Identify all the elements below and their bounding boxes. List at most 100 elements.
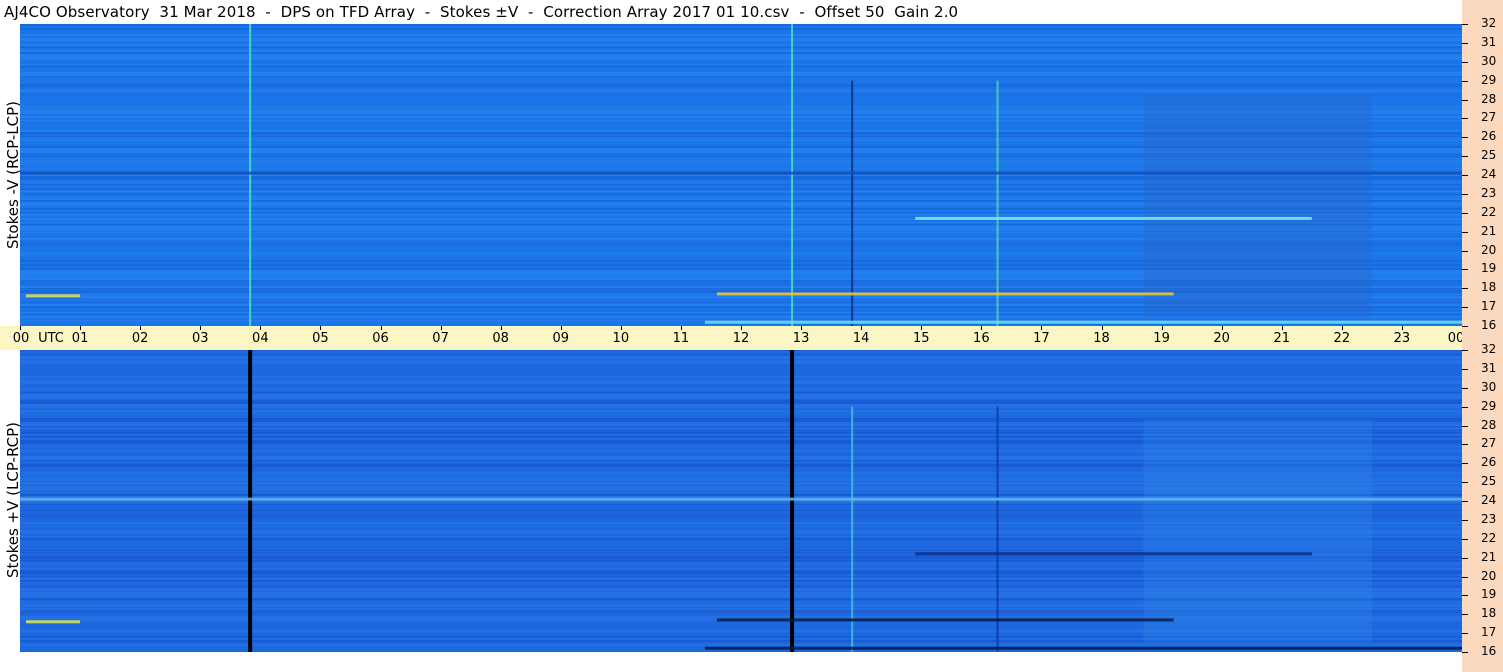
time-tick-mark [1101,326,1103,330]
freq-tick-label: 20 [1481,242,1497,257]
freq-tick-mark [1462,193,1468,195]
time-tick-label: 21 [1273,331,1291,346]
vertical-line-1 [790,350,795,652]
freq-tick-label: 32 [1481,342,1497,356]
freq-tick-label: 30 [1481,53,1497,68]
time-tick-mark [921,326,923,330]
freq-tick-mark [1462,326,1468,327]
freq-tick-label: 25 [1481,474,1497,489]
time-tick-mark [1041,326,1043,330]
freq-tick-mark [1462,406,1468,408]
time-tick-mark [560,326,562,330]
time-tick-label: 02 [131,331,149,346]
time-tick-label: 17 [1033,331,1050,346]
freq-tick-label: 16 [1481,644,1497,658]
freq-tick-label: 29 [1481,72,1497,87]
time-tick-label: 00 [12,331,30,346]
time-tick-label: 10 [612,331,630,346]
freq-tick-label: 21 [1481,223,1497,238]
time-tick-label: 08 [492,331,509,346]
freq-tick-mark [1462,501,1468,502]
emission-band-5 [26,294,81,298]
time-tick-label: 09 [552,331,570,346]
freq-tick-label: 24 [1481,493,1497,507]
freq-tick-label: 28 [1481,91,1497,106]
freq-tick-mark [1462,538,1468,540]
time-tick-mark [1161,326,1163,330]
time-axis-strip [0,326,1462,350]
freq-tick-label: 20 [1481,568,1497,583]
time-tick-label: 06 [372,331,389,346]
time-tick-mark [20,326,21,330]
freq-tick-label: 17 [1481,625,1497,640]
vertical-line-2 [996,80,999,326]
freq-tick-label: 22 [1481,530,1497,545]
time-tick-mark [861,326,863,330]
vertical-line-3 [851,80,854,326]
time-tick-mark [620,326,622,330]
emission-band-8 [20,497,1462,501]
freq-tick-label: 27 [1481,436,1497,451]
time-tick-label: 23 [1393,331,1411,346]
freq-tick-mark [1462,368,1468,370]
vertical-line-0 [249,24,252,326]
freq-tick-mark [1462,99,1468,101]
freq-tick-mark [1462,288,1468,290]
freq-tick-label: 23 [1481,185,1497,200]
emission-band-4 [716,618,1174,622]
time-tick-mark [741,326,742,330]
time-tick-mark [1221,326,1223,330]
time-tick-label: 07 [432,331,449,346]
time-tick-mark [1341,326,1343,330]
freq-tick-label: 23 [1481,511,1497,526]
freq-tick-label: 18 [1481,280,1497,295]
freq-tick-mark [1462,482,1468,484]
freq-tick-label: 19 [1481,261,1497,276]
time-tick-label: 22 [1333,331,1351,346]
emission-band-7 [704,646,1462,650]
freq-tick-mark [1462,61,1468,63]
freq-tick-mark [1462,444,1468,446]
vertical-line-1 [791,24,794,326]
time-tick-label: 12 [732,331,750,346]
spectrogram-top [20,24,1462,326]
vertical-line-3 [851,406,854,652]
freq-tick-label: 29 [1481,398,1497,413]
freq-tick-mark [1462,652,1468,653]
time-tick-mark [1401,326,1403,330]
freq-tick-mark [1462,42,1468,44]
time-tick-mark [801,326,803,330]
freq-tick-label: 28 [1481,417,1497,432]
time-tick-label: 11 [672,331,690,346]
freq-tick-label: 24 [1481,167,1497,181]
freq-tick-mark [1462,576,1468,578]
time-tick-label: 04 [252,331,269,346]
freq-tick-label: 31 [1481,34,1497,49]
time-tick-label: 16 [973,331,990,346]
freq-tick-mark [1462,80,1468,82]
time-tick-label: 15 [912,331,930,346]
vertical-line-0 [248,350,253,652]
freq-tick-mark [1462,175,1468,176]
freq-tick-mark [1462,24,1468,25]
freq-tick-mark [1462,118,1468,120]
time-tick-label: 01 [71,331,89,346]
spectrogram-bottom-svg [20,350,1462,652]
freq-tick-label: 16 [1481,318,1497,332]
freq-tick-label: 17 [1481,299,1497,314]
freq-tick-label: 25 [1481,148,1497,163]
freq-tick-label: 26 [1481,455,1497,470]
freq-tick-label: 31 [1481,360,1497,375]
time-tick-label: 03 [191,331,209,346]
freq-tick-mark [1462,137,1468,139]
vertical-line-2 [996,406,999,652]
time-tick-mark [200,326,202,330]
freq-tick-mark [1462,519,1468,521]
freq-tick-label: 19 [1481,587,1497,602]
freq-tick-label: 27 [1481,110,1497,125]
freq-tick-mark [1462,212,1468,214]
time-tick-label: 18 [1093,331,1110,346]
emission-band-6 [915,552,1312,556]
emission-band-5 [26,620,81,624]
time-tick-mark [680,326,682,330]
